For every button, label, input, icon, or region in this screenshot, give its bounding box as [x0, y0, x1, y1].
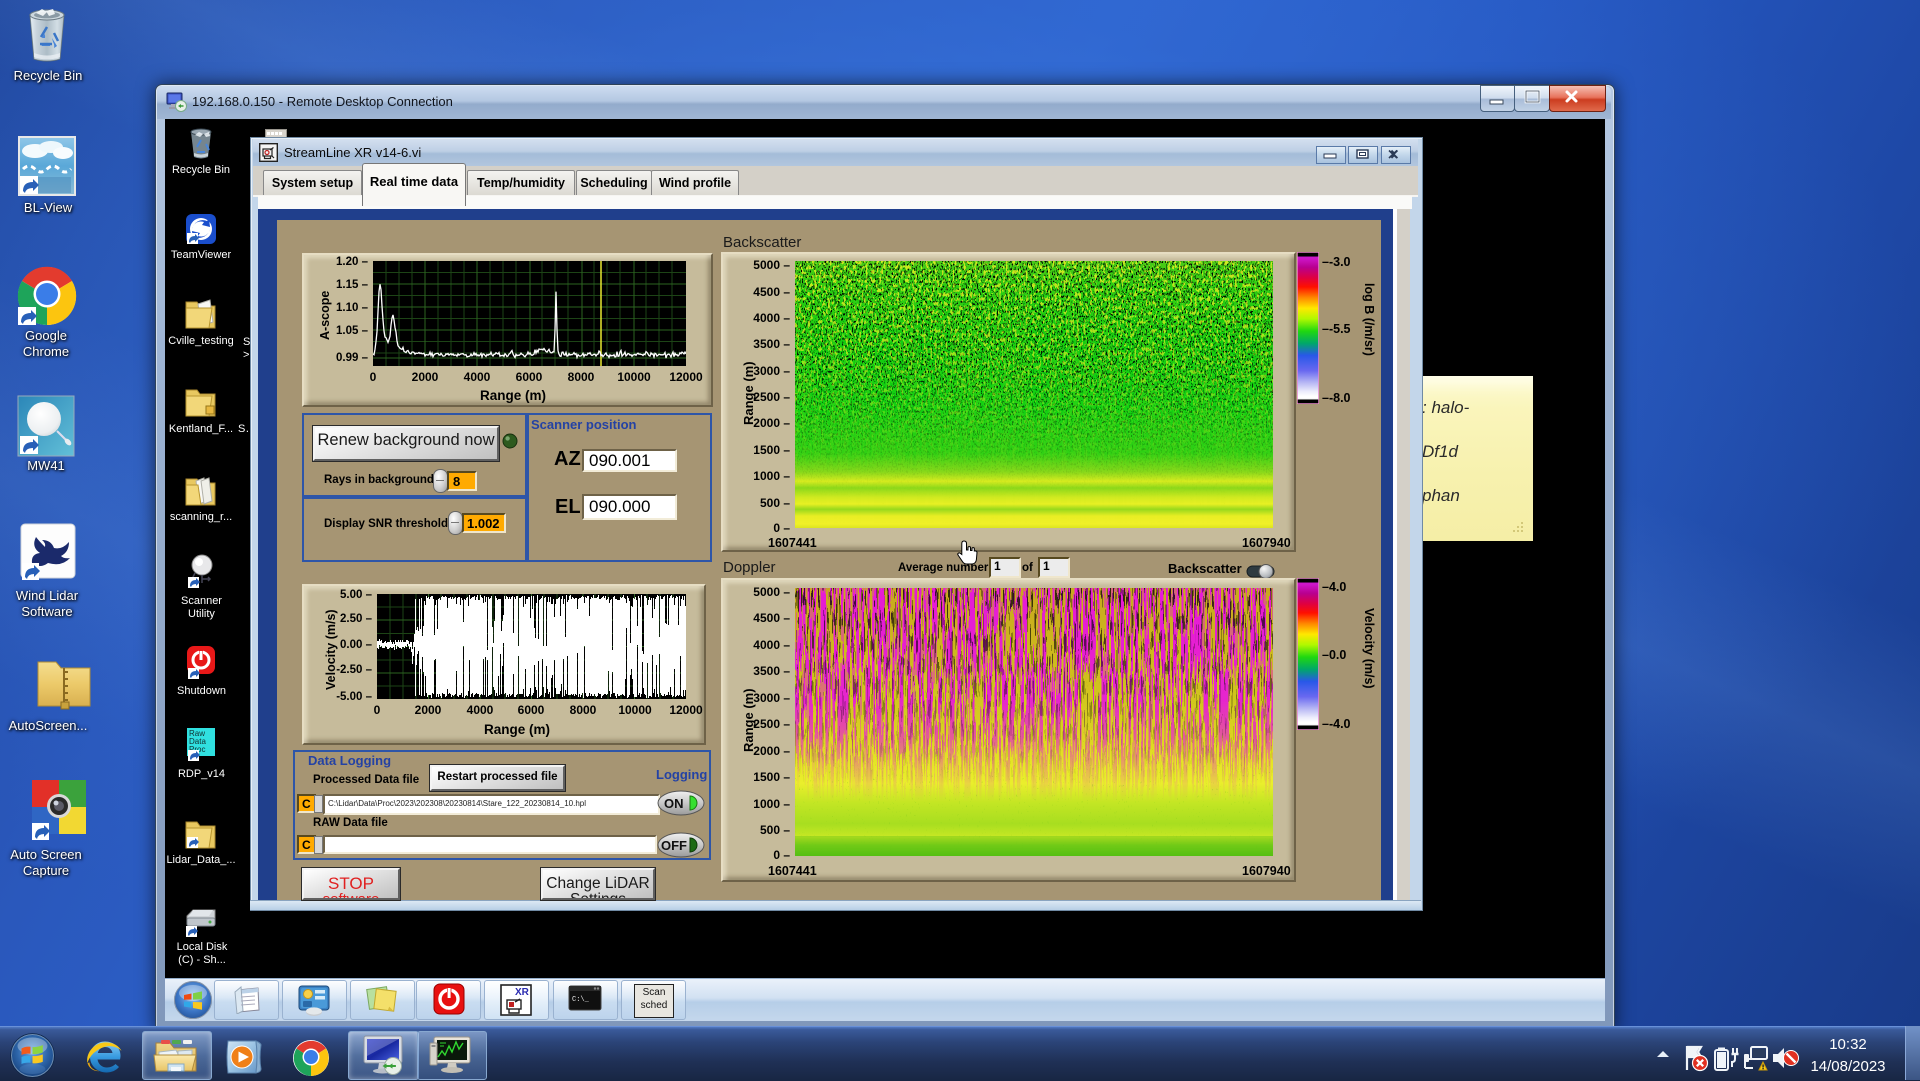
- svg-text:ON: ON: [664, 796, 684, 811]
- svg-text:OFF: OFF: [661, 838, 687, 853]
- svg-text:C:\_: C:\_: [572, 996, 590, 1004]
- svg-text:XR: XR: [515, 987, 530, 998]
